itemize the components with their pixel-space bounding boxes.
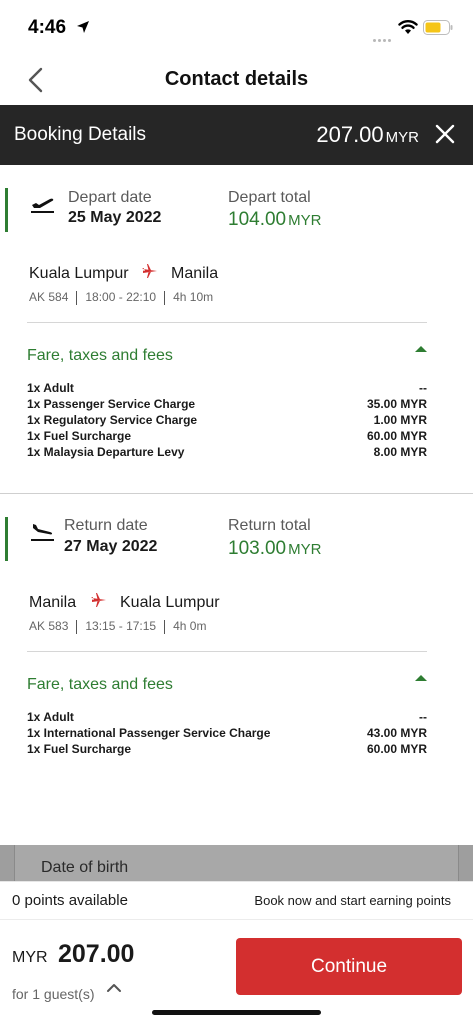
depart-destination: Manila	[171, 265, 219, 282]
depart-time-range: 18:00 - 22:10	[85, 290, 157, 304]
fee-amount: 35.00 MYR	[366, 397, 427, 411]
fee-row: 1x Fuel Surcharge 60.00 MYR	[27, 742, 427, 758]
fee-amount: 43.00 MYR	[366, 726, 427, 740]
location-arrow-icon	[77, 21, 89, 33]
caret-up-icon[interactable]	[415, 346, 427, 352]
depart-duration: 4h 10m	[173, 290, 214, 304]
chevron-up-icon[interactable]	[106, 982, 122, 994]
fee-name: 1x Regulatory Service Charge	[27, 413, 198, 427]
page-title: Contact details	[164, 68, 309, 90]
guest-count[interactable]: for 1 guest(s)	[12, 986, 94, 1002]
depart-origin: Kuala Lumpur	[29, 265, 129, 282]
return-flight-number: AK 583	[29, 619, 69, 633]
dob-label: Date of birth	[41, 859, 129, 876]
status-bar: 4:46	[0, 0, 473, 56]
depart-flight-meta: AK 584 18:00 - 22:10 4h 10m	[29, 290, 213, 305]
return-destination: Kuala Lumpur	[120, 594, 220, 611]
fee-name: 1x Passenger Service Charge	[27, 397, 196, 411]
fee-amount: 8.00 MYR	[373, 445, 427, 459]
return-origin: Manila	[29, 594, 77, 611]
return-date-label: Return date	[64, 517, 148, 534]
depart-total-amount: 104.00	[228, 209, 287, 230]
fee-row: 1x Regulatory Service Charge 1.00 MYR	[27, 413, 427, 429]
points-promo: Book now and start earning points	[254, 893, 451, 908]
return-total: 103.00 MYR	[228, 538, 321, 560]
fee-row: 1x International Passenger Service Charg…	[27, 726, 427, 742]
booking-total-currency: MYR	[385, 129, 419, 146]
status-time: 4:46	[28, 17, 67, 38]
return-section: Return date 27 May 2022 Return total 103…	[0, 494, 473, 845]
depart-section: Depart date 25 May 2022 Depart total 104…	[0, 165, 473, 493]
takeoff-icon	[31, 198, 54, 213]
depart-flight-number: AK 584	[29, 290, 69, 304]
wifi-icon	[398, 20, 418, 34]
return-flight-meta: AK 583 13:15 - 17:15 4h 0m	[29, 619, 206, 634]
battery-icon	[423, 20, 453, 35]
depart-total-label: Depart total	[228, 189, 311, 206]
plane-icon	[91, 593, 106, 607]
close-icon[interactable]	[433, 122, 457, 146]
depart-date-label: Depart date	[68, 189, 152, 206]
return-total-currency: MYR	[288, 541, 322, 558]
top-header: Contact details	[0, 56, 473, 105]
fee-row: 1x Adult --	[27, 710, 427, 726]
signal-dots-icon	[373, 29, 393, 47]
footer-currency: MYR	[12, 949, 48, 966]
fee-amount: --	[419, 710, 427, 724]
fee-row: 1x Malaysia Departure Levy 8.00 MYR	[27, 445, 427, 461]
home-indicator	[152, 1010, 321, 1015]
booking-details-bar: Booking Details 207.00 MYR	[0, 105, 473, 165]
landing-icon	[31, 524, 54, 541]
booking-details-sheet: Depart date 25 May 2022 Depart total 104…	[0, 165, 473, 845]
caret-up-icon[interactable]	[415, 675, 427, 681]
fee-amount: 60.00 MYR	[366, 742, 427, 756]
continue-button[interactable]: Continue	[236, 938, 462, 995]
form-backdrop: Date of birth	[0, 845, 473, 881]
fee-row: 1x Adult --	[27, 381, 427, 397]
return-total-amount: 103.00	[228, 538, 287, 559]
depart-total: 104.00 MYR	[228, 209, 321, 231]
fee-row: 1x Fuel Surcharge 60.00 MYR	[27, 429, 427, 445]
fee-name: 1x Fuel Surcharge	[27, 742, 132, 756]
fee-name: 1x International Passenger Service Charg…	[27, 726, 271, 740]
return-time-range: 13:15 - 17:15	[85, 619, 157, 633]
booking-total: 207.00 MYR	[316, 122, 419, 148]
depart-fare-toggle[interactable]: Fare, taxes and fees	[27, 347, 173, 365]
fee-name: 1x Fuel Surcharge	[27, 429, 132, 443]
fee-name: 1x Malaysia Departure Levy	[27, 445, 185, 459]
depart-date: 25 May 2022	[68, 209, 162, 226]
footer-amount: 207.00	[58, 940, 135, 968]
return-divider	[27, 651, 427, 652]
depart-total-currency: MYR	[288, 212, 322, 229]
depart-accent-bar	[5, 188, 8, 232]
booking-total-amount: 207.00	[316, 122, 384, 147]
footer: MYR 207.00 for 1 guest(s) Continue	[0, 919, 473, 1024]
fee-name: 1x Adult	[27, 381, 74, 395]
fee-row: 1x Passenger Service Charge 35.00 MYR	[27, 397, 427, 413]
booking-title: Booking Details	[14, 124, 147, 145]
fee-amount: 1.00 MYR	[373, 413, 427, 427]
plane-icon	[142, 264, 157, 278]
fee-amount: --	[419, 381, 427, 395]
return-accent-bar	[5, 517, 8, 561]
fee-name: 1x Adult	[27, 710, 74, 724]
return-duration: 4h 0m	[173, 619, 207, 633]
points-bar: 0 points available Book now and start ea…	[0, 881, 473, 919]
return-date: 27 May 2022	[64, 538, 158, 555]
points-available: 0 points available	[12, 892, 128, 909]
return-total-label: Return total	[228, 517, 311, 534]
fee-amount: 60.00 MYR	[366, 429, 427, 443]
depart-divider	[27, 322, 427, 323]
return-fare-toggle[interactable]: Fare, taxes and fees	[27, 676, 173, 694]
